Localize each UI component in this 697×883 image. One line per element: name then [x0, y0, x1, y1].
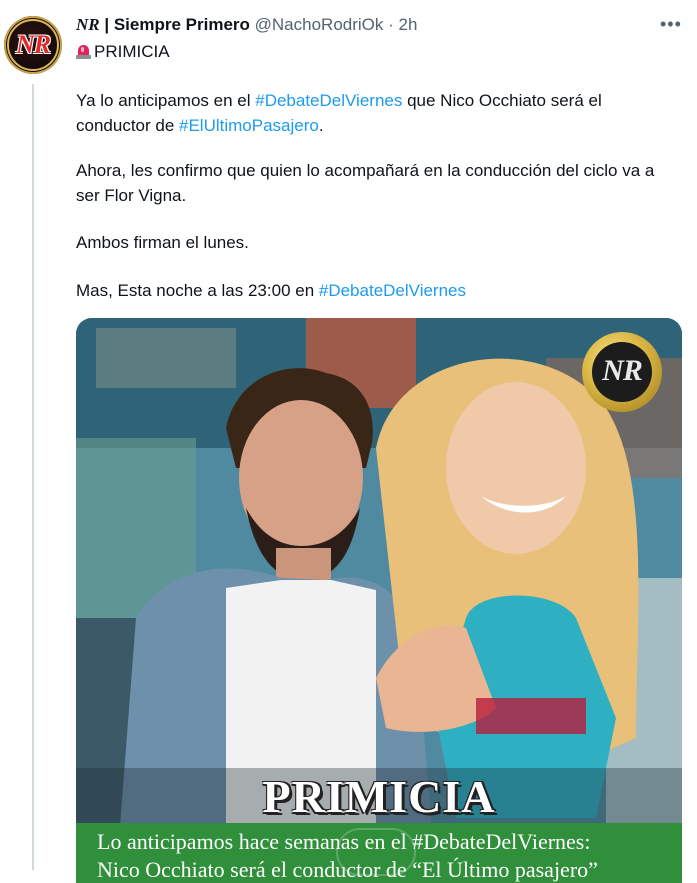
more-options-icon[interactable]: ••• [660, 14, 684, 34]
tweet-text: Ya lo anticipamos en el [76, 91, 256, 110]
thread-line [32, 84, 34, 870]
tweet-text: . [318, 116, 324, 135]
tweet-text: Ahora, les confirmo que quien lo acompañ… [76, 161, 655, 205]
hashtag-link[interactable]: #DebateDelViernes [255, 91, 402, 110]
image-caption-line-2: Nico Occhiato será el conductor de “El Ú… [97, 857, 598, 882]
author-name[interactable]: | Siempre Primero [104, 15, 250, 34]
tweet-time[interactable]: 2h [399, 15, 418, 34]
tweet-paragraph-2: Ahora, les confirmo que quien lo acompañ… [76, 158, 676, 208]
author-prefix[interactable]: NR [76, 15, 100, 34]
hashtag-link[interactable]: #ElUltimoPasajero [179, 116, 319, 135]
watermark-initials: NR [602, 354, 643, 387]
tweet-paragraph-1: Ya lo anticipamos en el #DebateDelVierne… [76, 88, 676, 138]
tweet-paragraph-3: Ambos firman el lunes. [76, 230, 676, 255]
author-handle[interactable]: @NachoRodriOk [255, 15, 384, 34]
image-caption-line-1: Lo anticipamos hace semanas en el #Debat… [97, 829, 591, 854]
image-title: PRIMICIA [262, 771, 496, 822]
tweet-headline: PRIMICIA [76, 40, 170, 64]
avatar[interactable]: NR [4, 16, 62, 74]
tweet-text: Mas, Esta noche a las 23:00 en [76, 281, 319, 300]
tweet-text: Ambos firman el lunes. [76, 233, 249, 252]
rotating-light-icon [76, 43, 91, 59]
meta-separator: · [388, 15, 394, 34]
headline-text: PRIMICIA [94, 42, 170, 61]
watermark-logo: NR [582, 332, 662, 412]
hashtag-link[interactable]: #DebateDelViernes [319, 281, 466, 300]
tweet-paragraph-4: Mas, Esta noche a las 23:00 en #DebateDe… [76, 278, 676, 303]
avatar-initials: NR [15, 30, 51, 59]
tweet-header: NR | Siempre Primero @NachoRodriOk · 2h [76, 14, 417, 36]
